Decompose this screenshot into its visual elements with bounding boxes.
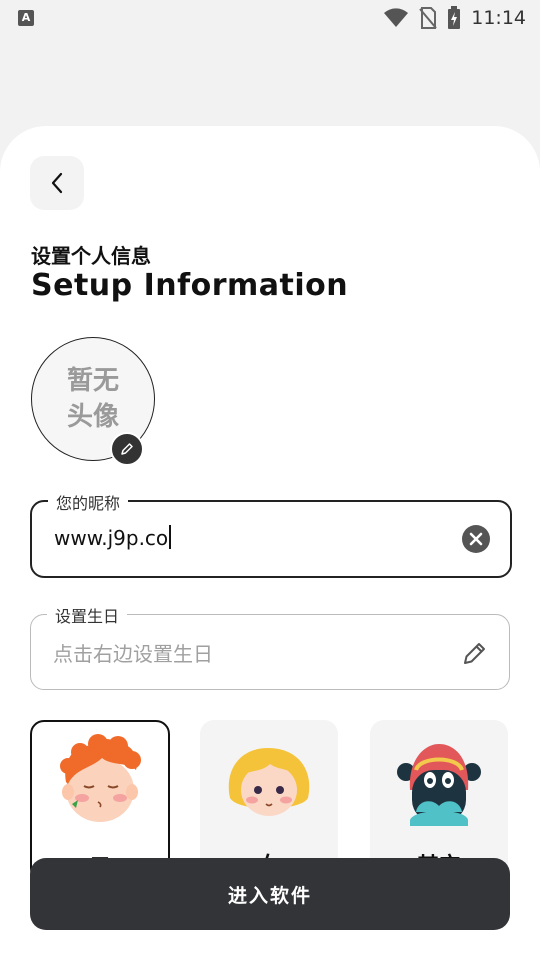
nickname-label: 您的昵称 <box>48 490 129 514</box>
gender-option-female[interactable]: 女 <box>200 720 338 880</box>
text-cursor <box>169 525 172 549</box>
birthday-edit-button[interactable] <box>461 639 489 667</box>
gender-option-other[interactable]: 其它 <box>370 720 508 880</box>
page-title-en: Setup Information <box>31 268 349 303</box>
status-bar: A 11:14 <box>0 0 540 36</box>
no-sim-icon <box>419 7 437 29</box>
close-icon <box>469 532 483 546</box>
clock: 11:14 <box>471 7 526 29</box>
back-button[interactable] <box>30 156 84 210</box>
boy-avatar-icon <box>60 734 141 822</box>
page-title-cn: 设置个人信息 <box>31 244 151 268</box>
battery-charging-icon <box>448 6 461 29</box>
chevron-left-icon <box>51 172 63 194</box>
app-notification-icon: A <box>18 10 34 26</box>
birthday-label: 设置生日 <box>47 603 128 627</box>
setup-card: 设置个人信息 Setup Information 暂无 头像 您的昵称 www.… <box>0 126 540 960</box>
status-icons: 11:14 <box>383 6 526 30</box>
clear-button[interactable] <box>462 525 490 553</box>
monster-avatar-icon <box>397 744 481 826</box>
enter-app-button[interactable]: 进入软件 <box>30 858 510 930</box>
nickname-field[interactable]: 您的昵称 www.j9p.co <box>30 490 512 578</box>
birthday-placeholder: 点击右边设置生日 <box>53 642 213 666</box>
avatar-placeholder: 暂无 头像 <box>66 366 119 432</box>
pencil-icon <box>464 643 485 664</box>
birthday-field[interactable]: 设置生日 点击右边设置生日 <box>30 603 510 690</box>
girl-avatar-icon <box>228 748 310 816</box>
nickname-input[interactable]: www.j9p.co <box>54 525 172 550</box>
wifi-icon <box>384 8 409 27</box>
avatar-edit-button[interactable] <box>110 432 144 466</box>
pencil-icon <box>121 443 133 455</box>
